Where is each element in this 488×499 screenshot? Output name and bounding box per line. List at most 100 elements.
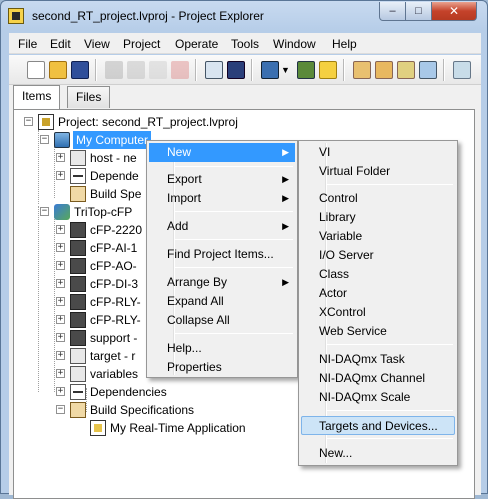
- minimize-icon: –: [389, 5, 396, 17]
- menu-project[interactable]: Project: [123, 37, 160, 51]
- submenu-item-class[interactable]: Class: [301, 265, 455, 284]
- menu-item-collapse-all[interactable]: Collapse All: [149, 311, 295, 330]
- submenu-item-web-service[interactable]: Web Service: [301, 322, 455, 341]
- collapse-toggle[interactable]: −: [24, 117, 33, 126]
- collapse-toggle[interactable]: −: [56, 405, 65, 414]
- collapse-all-icon[interactable]: [375, 61, 393, 79]
- deploy-icon[interactable]: [297, 61, 315, 79]
- expand-toggle[interactable]: +: [56, 315, 65, 324]
- menu-separator: [175, 211, 293, 212]
- expand-toggle[interactable]: +: [56, 225, 65, 234]
- open-folder-icon[interactable]: [49, 61, 67, 79]
- submenu-item-daqmx-task[interactable]: NI-DAQmx Task: [301, 350, 455, 369]
- menu-item-new[interactable]: New ▶: [149, 143, 295, 162]
- library-icon: [70, 150, 86, 166]
- submenu-item-virtual-folder[interactable]: Virtual Folder: [301, 162, 455, 181]
- paste-icon[interactable]: [149, 61, 167, 79]
- save-all-icon[interactable]: [71, 61, 89, 79]
- menu-edit[interactable]: Edit: [50, 37, 71, 51]
- module-icon: [70, 258, 86, 274]
- expand-toggle[interactable]: +: [56, 171, 65, 180]
- submenu-item-vi[interactable]: VI: [301, 143, 455, 162]
- menu-item-label: Library: [319, 210, 356, 224]
- submenu-item-targets-and-devices[interactable]: Targets and Devices...: [301, 416, 455, 435]
- window-title: second_RT_project.lvproj - Project Explo…: [32, 9, 264, 23]
- menu-file[interactable]: File: [18, 37, 37, 51]
- menu-tools[interactable]: Tools: [231, 37, 259, 51]
- tree-item-label: Project: second_RT_project.lvproj: [58, 115, 238, 129]
- expand-toggle[interactable]: +: [56, 279, 65, 288]
- build-icon[interactable]: [227, 61, 245, 79]
- menu-view[interactable]: View: [84, 37, 110, 51]
- expand-toggle[interactable]: +: [56, 333, 65, 342]
- menu-operate[interactable]: Operate: [175, 37, 218, 51]
- menu-item-add[interactable]: Add ▶: [149, 217, 295, 236]
- menu-item-properties[interactable]: Properties: [149, 358, 295, 377]
- submenu-item-xcontrol[interactable]: XControl: [301, 303, 455, 322]
- add-target-icon[interactable]: [261, 61, 279, 79]
- project-properties-icon[interactable]: [205, 61, 223, 79]
- expand-toggle[interactable]: +: [56, 261, 65, 270]
- menu-item-export[interactable]: Export ▶: [149, 170, 295, 189]
- sort-icon[interactable]: [397, 61, 415, 79]
- new-file-icon[interactable]: [27, 61, 45, 79]
- minimize-button[interactable]: –: [379, 2, 406, 21]
- expand-toggle[interactable]: +: [56, 351, 65, 360]
- delete-icon[interactable]: [171, 61, 189, 79]
- submenu-item-daqmx-channel[interactable]: NI-DAQmx Channel: [301, 369, 455, 388]
- expand-toggle[interactable]: +: [56, 243, 65, 252]
- collapse-toggle[interactable]: −: [40, 135, 49, 144]
- collapse-toggle[interactable]: −: [40, 207, 49, 216]
- module-icon: [70, 312, 86, 328]
- menu-separator: [175, 333, 293, 334]
- project-icon: [38, 114, 54, 130]
- maximize-button[interactable]: □: [405, 2, 432, 21]
- title-bar[interactable]: second_RT_project.lvproj - Project Explo…: [1, 1, 487, 33]
- dropdown-arrow-icon[interactable]: ▼: [281, 61, 291, 79]
- toolbar-separator: [195, 59, 197, 81]
- tree-item-label: Build Spe: [90, 187, 142, 201]
- close-icon: ✕: [448, 4, 460, 18]
- tree-item-label: Build Specifications: [90, 403, 195, 417]
- expand-all-icon[interactable]: [353, 61, 371, 79]
- tree-item-label: cFP-RLY-: [90, 313, 141, 327]
- expand-toggle[interactable]: +: [56, 297, 65, 306]
- tree-item-label: cFP-RLY-: [90, 295, 141, 309]
- submenu-item-actor[interactable]: Actor: [301, 284, 455, 303]
- menu-item-help[interactable]: Help...: [149, 339, 295, 358]
- menu-window[interactable]: Window: [273, 37, 316, 51]
- menu-separator: [327, 410, 453, 411]
- toolbar-separator: [443, 59, 445, 81]
- tab-files[interactable]: Files: [67, 86, 111, 108]
- submenu-item-control[interactable]: Control: [301, 189, 455, 208]
- help-icon[interactable]: [453, 61, 471, 79]
- close-button[interactable]: ✕: [431, 2, 477, 21]
- tree-item-label: My Real-Time Application: [110, 421, 246, 435]
- menu-item-label: Variable: [319, 229, 363, 243]
- submenu-item-io-server[interactable]: I/O Server: [301, 246, 455, 265]
- submenu-item-daqmx-scale[interactable]: NI-DAQmx Scale: [301, 388, 455, 407]
- rt-target-icon: [54, 204, 70, 220]
- expand-toggle[interactable]: +: [56, 153, 65, 162]
- menu-item-arrange-by[interactable]: Arrange By ▶: [149, 273, 295, 292]
- tab-items[interactable]: Items: [13, 85, 61, 109]
- menu-item-expand-all[interactable]: Expand All: [149, 292, 295, 311]
- menu-item-label: VI: [319, 145, 331, 159]
- tree-connector: [86, 388, 87, 412]
- toolbar-separator: [251, 59, 253, 81]
- copy-icon[interactable]: [127, 61, 145, 79]
- cut-icon[interactable]: [105, 61, 123, 79]
- submenu-item-new-dialog[interactable]: New...: [301, 444, 455, 463]
- warning-icon[interactable]: [319, 61, 337, 79]
- expand-toggle[interactable]: +: [56, 369, 65, 378]
- maximize-icon: □: [415, 5, 422, 17]
- submenu-item-library[interactable]: Library: [301, 208, 455, 227]
- menu-help[interactable]: Help: [332, 37, 357, 51]
- expand-toggle[interactable]: +: [56, 387, 65, 396]
- menu-item-import[interactable]: Import ▶: [149, 189, 295, 208]
- refresh-icon[interactable]: [419, 61, 437, 79]
- menu-item-find-project-items[interactable]: Find Project Items...: [149, 245, 295, 264]
- module-icon: [70, 276, 86, 292]
- submenu-item-variable[interactable]: Variable: [301, 227, 455, 246]
- dependencies-icon: [70, 384, 86, 400]
